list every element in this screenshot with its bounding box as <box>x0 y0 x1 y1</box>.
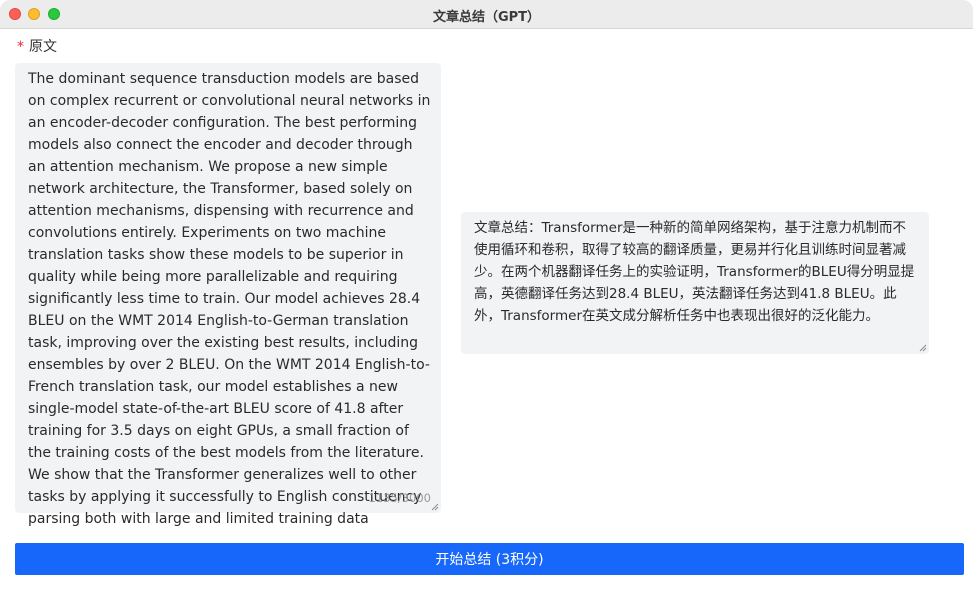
source-textarea-content[interactable]: The dominant sequence transduction model… <box>28 68 434 530</box>
required-mark: * <box>17 39 24 55</box>
character-counter: 1135/3000 <box>368 491 431 505</box>
resize-handle-icon[interactable] <box>431 503 439 511</box>
source-field-label: * 原文 <box>17 36 57 56</box>
source-textarea[interactable]: The dominant sequence transduction model… <box>15 63 441 527</box>
summary-output-content[interactable]: 文章总结：Transformer是一种新的简单网络架构，基于注意力机制而不使用循… <box>474 217 918 327</box>
window-title: 文章总结（GPT） <box>432 10 541 25</box>
resize-handle-icon[interactable] <box>919 344 927 352</box>
source-label-text: 原文 <box>29 39 57 55</box>
title-bar: 文章总结（GPT） <box>0 0 973 29</box>
summary-output-textarea[interactable]: 文章总结：Transformer是一种新的简单网络架构，基于注意力机制而不使用循… <box>461 212 929 354</box>
app-window: 文章总结（GPT） * 原文 The dominant sequence tran… <box>0 0 973 590</box>
start-summary-button[interactable]: 开始总结 (3积分) <box>15 543 964 575</box>
